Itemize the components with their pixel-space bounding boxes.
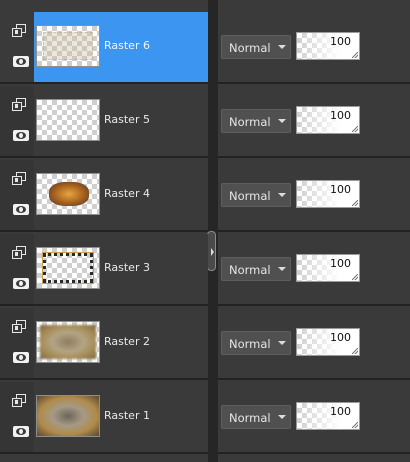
resize-grip-icon	[352, 52, 358, 58]
blend-mode-dropdown[interactable]: Normal	[221, 35, 291, 59]
blend-mode-label: Normal	[229, 115, 271, 129]
blend-mode-label: Normal	[229, 411, 271, 425]
thumbnail-artwork	[37, 396, 99, 436]
chevron-down-icon	[278, 119, 286, 123]
thumbnail-artwork	[42, 252, 94, 284]
layer-properties-row: Normal 100	[218, 308, 410, 380]
layer-thumbnail[interactable]	[36, 25, 100, 67]
layer-row[interactable]: Raster 1	[0, 382, 208, 454]
chevron-down-icon	[278, 415, 286, 419]
resize-grip-icon	[352, 348, 358, 354]
opacity-value: 100	[330, 257, 351, 270]
resize-grip-icon	[352, 274, 358, 280]
eye-icon[interactable]	[13, 278, 29, 289]
thumbnail-artwork	[40, 325, 96, 359]
layer-thumbnail[interactable]	[36, 247, 100, 289]
layer-name[interactable]: Raster 5	[104, 113, 150, 126]
opacity-value: 100	[330, 109, 351, 122]
resize-grip-icon	[352, 422, 358, 428]
eye-icon[interactable]	[13, 130, 29, 141]
opacity-input[interactable]: 100	[296, 180, 360, 208]
eye-icon[interactable]	[13, 352, 29, 363]
layer-toggle-column	[0, 160, 34, 230]
layer-name[interactable]: Raster 1	[104, 409, 150, 422]
layer-group-icon[interactable]	[12, 24, 27, 37]
opacity-input[interactable]: 100	[296, 32, 360, 60]
layer-name[interactable]: Raster 3	[104, 261, 150, 274]
opacity-value: 100	[330, 331, 351, 344]
layer-thumbnail[interactable]	[36, 99, 100, 141]
blend-mode-dropdown[interactable]: Normal	[221, 405, 291, 429]
layer-thumbnail[interactable]	[36, 173, 100, 215]
layer-name[interactable]: Raster 2	[104, 335, 150, 348]
blend-mode-label: Normal	[229, 263, 271, 277]
layer-group-icon[interactable]	[12, 172, 27, 185]
layer-toggle-column	[0, 12, 34, 82]
thumbnail-artwork	[43, 32, 93, 60]
layer-toggle-column	[0, 234, 34, 304]
layer-group-icon[interactable]	[12, 98, 27, 111]
eye-icon[interactable]	[13, 204, 29, 215]
eye-icon[interactable]	[13, 426, 29, 437]
splitter-handle-icon[interactable]	[207, 231, 216, 271]
layer-toggle-column	[0, 308, 34, 378]
chevron-down-icon	[278, 193, 286, 197]
thumbnail-artwork	[49, 182, 89, 206]
layer-properties-row: Normal 100	[218, 234, 410, 306]
opacity-input[interactable]: 100	[296, 402, 360, 430]
layer-row[interactable]: Raster 4	[0, 160, 208, 232]
opacity-input[interactable]: 100	[296, 254, 360, 282]
layer-properties-row: Normal 100	[218, 12, 410, 84]
layer-toggle-column	[0, 86, 34, 156]
opacity-value: 100	[330, 35, 351, 48]
layer-thumbnail[interactable]	[36, 321, 100, 363]
layer-thumbnail[interactable]	[36, 395, 100, 437]
blend-mode-label: Normal	[229, 189, 271, 203]
layer-row[interactable]: Raster 3	[0, 234, 208, 306]
layer-name[interactable]: Raster 6	[104, 39, 150, 52]
layer-row[interactable]: Raster 5	[0, 86, 208, 158]
blend-mode-dropdown[interactable]: Normal	[221, 183, 291, 207]
layer-properties-row: Normal 100	[218, 160, 410, 232]
layer-row[interactable]: Raster 2	[0, 308, 208, 380]
layer-properties-row: Normal 100	[218, 382, 410, 454]
opacity-input[interactable]: 100	[296, 328, 360, 356]
layer-group-icon[interactable]	[12, 246, 27, 259]
blend-mode-dropdown[interactable]: Normal	[221, 257, 291, 281]
eye-icon[interactable]	[13, 56, 29, 67]
opacity-value: 100	[330, 183, 351, 196]
layer-row[interactable]: Raster 6	[0, 12, 208, 84]
opacity-input[interactable]: 100	[296, 106, 360, 134]
resize-grip-icon	[352, 126, 358, 132]
chevron-down-icon	[278, 45, 286, 49]
layer-properties-row: Normal 100	[218, 86, 410, 158]
blend-mode-dropdown[interactable]: Normal	[221, 109, 291, 133]
blend-mode-dropdown[interactable]: Normal	[221, 331, 291, 355]
resize-grip-icon	[352, 200, 358, 206]
layer-name[interactable]: Raster 4	[104, 187, 150, 200]
blend-mode-label: Normal	[229, 337, 271, 351]
chevron-down-icon	[278, 267, 286, 271]
blend-mode-label: Normal	[229, 41, 271, 55]
layer-group-icon[interactable]	[12, 320, 27, 333]
layer-group-icon[interactable]	[12, 394, 27, 407]
chevron-down-icon	[278, 341, 286, 345]
opacity-value: 100	[330, 405, 351, 418]
layer-toggle-column	[0, 382, 34, 452]
